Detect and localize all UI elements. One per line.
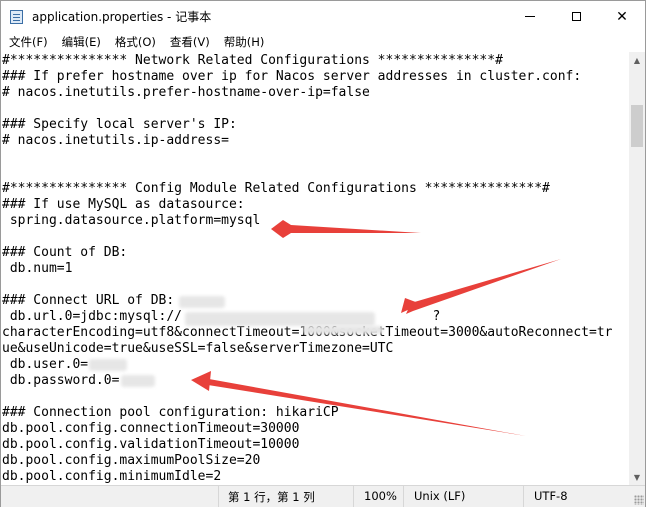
- text-line: #*************** Network Related Configu…: [2, 53, 503, 68]
- redaction-blur: [303, 326, 383, 334]
- line-ending: Unix (LF): [414, 489, 466, 503]
- title-bar[interactable]: application.properties - 记事本 ✕: [1, 1, 645, 32]
- text-line: ### Specify local server's IP:: [2, 117, 237, 132]
- text-line: db.pool.config.minimumIdle=2: [2, 469, 222, 484]
- encoding: UTF-8: [534, 489, 568, 503]
- text-line: # nacos.inetutils.prefer-hostname-over-i…: [2, 85, 370, 100]
- redaction-blur: [121, 375, 155, 387]
- zoom-level: 100%: [364, 489, 397, 503]
- maximize-icon: [571, 12, 581, 21]
- text-line: db.user.0=: [2, 357, 89, 372]
- menu-edit[interactable]: 编辑(E): [55, 32, 108, 52]
- minimize-icon: [525, 16, 535, 17]
- scroll-down-arrow-icon[interactable]: ▼: [629, 469, 645, 485]
- text-line: ### If prefer hostname over ip for Nacos…: [2, 69, 582, 84]
- text-line: db.pool.config.connectionTimeout=30000: [2, 421, 300, 436]
- close-icon: ✕: [616, 8, 628, 25]
- status-divider: [523, 486, 524, 507]
- menu-help[interactable]: 帮助(H): [217, 32, 272, 52]
- text-line: #*************** Config Module Related C…: [2, 181, 550, 196]
- text-line: db.pool.config.validationTimeout=10000: [2, 437, 300, 452]
- scrollbar-thumb[interactable]: [631, 105, 643, 147]
- scroll-up-arrow-icon[interactable]: ▲: [629, 52, 645, 68]
- text-line: ue&useUnicode=true&useSSL=false&serverTi…: [2, 341, 394, 356]
- status-divider: [353, 486, 354, 507]
- text-line: db.pool.config.maximumPoolSize=20: [2, 453, 261, 468]
- cursor-position: 第 1 行，第 1 列: [228, 490, 315, 504]
- notepad-icon: [10, 10, 23, 24]
- redaction-blur: [89, 359, 127, 371]
- menu-view[interactable]: 查看(V): [163, 32, 217, 52]
- text-line: ### Count of DB:: [2, 245, 128, 260]
- resize-grip-icon[interactable]: [634, 495, 644, 505]
- text-line: db.num=1: [2, 261, 73, 276]
- menu-file[interactable]: 文件(F): [1, 32, 55, 52]
- minimize-button[interactable]: [507, 1, 553, 32]
- menu-bar: 文件(F) 编辑(E) 格式(O) 查看(V) 帮助(H): [1, 32, 645, 52]
- text-editor[interactable]: #*************** Network Related Configu…: [1, 52, 629, 485]
- text-line: ### Connect URL of DB:: [2, 293, 175, 308]
- status-divider: [218, 486, 219, 507]
- maximize-button[interactable]: [553, 1, 599, 32]
- text-line: spring.datasource.platform=mysql: [2, 213, 261, 228]
- text-line: ### If use MySQL as datasource:: [2, 197, 245, 212]
- close-button[interactable]: ✕: [599, 1, 645, 32]
- redaction-blur: [185, 312, 375, 326]
- status-bar: 第 1 行，第 1 列 100% Unix (LF) UTF-8: [1, 485, 645, 507]
- text-line: # nacos.inetutils.ip-address=: [2, 133, 229, 148]
- redaction-blur: [179, 296, 225, 308]
- menu-format[interactable]: 格式(O): [108, 32, 163, 52]
- window-title: application.properties - 记事本: [32, 10, 212, 24]
- status-divider: [403, 486, 404, 507]
- text-line: ### Connection pool configuration: hikar…: [2, 405, 339, 420]
- vertical-scrollbar[interactable]: ▲ ▼: [629, 52, 645, 485]
- notepad-window: application.properties - 记事本 ✕ 文件(F) 编辑(…: [0, 0, 646, 507]
- text-line: db.password.0=: [2, 373, 120, 388]
